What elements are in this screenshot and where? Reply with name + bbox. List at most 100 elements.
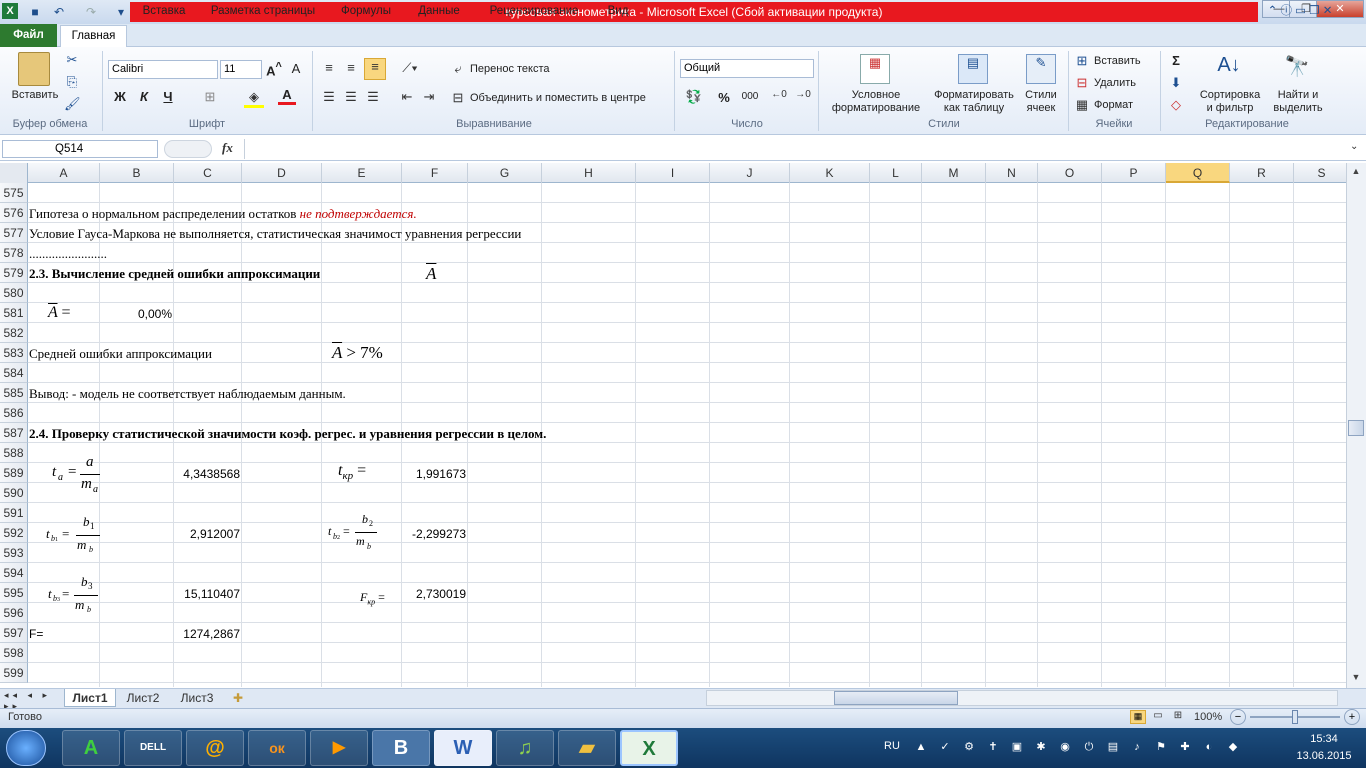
save-icon[interactable]: ■ [26, 3, 44, 21]
align-right-icon[interactable]: ☰ [364, 89, 382, 105]
tab-review[interactable]: Рецензирование [478, 0, 590, 23]
format-cells-button[interactable]: Формат [1094, 99, 1148, 112]
tray-icon[interactable]: ▤ [1106, 740, 1120, 754]
row-header[interactable]: 576 [0, 203, 28, 223]
insert-cells-icon[interactable]: ⊞ [1074, 53, 1090, 69]
tray-icon[interactable]: ▲ [914, 740, 928, 754]
insert-sheet-icon[interactable]: ✚ [226, 689, 250, 707]
scroll-down-arrow-icon[interactable]: ▼ [1350, 672, 1362, 686]
cell-a597[interactable]: F= [29, 624, 43, 644]
tray-icon[interactable]: ✚ [1178, 740, 1192, 754]
sort-filter-icon[interactable]: A↓ [1212, 54, 1246, 84]
column-header-e[interactable]: E [322, 163, 402, 183]
page-break-view-icon[interactable]: ⊞ [1170, 710, 1186, 724]
font-size-select[interactable]: 11 [220, 60, 262, 79]
customize-qat-icon[interactable]: ▾ [112, 3, 130, 21]
row-header[interactable]: 597 [0, 623, 28, 643]
formula-input[interactable] [244, 139, 1348, 159]
column-header-d[interactable]: D [242, 163, 322, 183]
row-header[interactable]: 579 [0, 263, 28, 283]
merge-icon[interactable]: ⊟ [450, 90, 466, 106]
align-middle-icon[interactable]: ≡ [342, 60, 360, 75]
format-table-line1[interactable]: Форматировать [928, 89, 1020, 102]
wrap-text-icon[interactable]: ⤶ [450, 61, 466, 77]
zoom-level[interactable]: 100% [1194, 711, 1222, 723]
align-top-icon[interactable]: ≡ [320, 60, 338, 75]
sheet-tab-1[interactable]: Лист1 [64, 689, 116, 707]
row-header[interactable]: 590 [0, 483, 28, 503]
wrap-text-button[interactable]: Перенос текста [470, 63, 580, 76]
increase-decimal-icon[interactable]: ←0 [770, 89, 788, 100]
borders-icon[interactable]: ⊞ [200, 89, 220, 105]
taskbar-dell-icon[interactable]: DELL [124, 730, 182, 766]
font-name-select[interactable]: Calibri [108, 60, 218, 79]
undo-icon[interactable]: ↶ [50, 3, 68, 21]
align-left-icon[interactable]: ☰ [320, 89, 338, 105]
taskbar-vk-icon[interactable]: В [372, 730, 430, 766]
decrease-decimal-icon[interactable]: →0 [794, 89, 812, 100]
paste-icon[interactable] [18, 52, 50, 86]
tray-icon[interactable]: ✓ [938, 740, 952, 754]
clear-icon[interactable]: ◇ [1168, 97, 1184, 113]
row-header[interactable]: 594 [0, 563, 28, 583]
delete-cells-button[interactable]: Удалить [1094, 77, 1148, 90]
sort-filter-line2[interactable]: и фильтр [1198, 102, 1262, 115]
tab-formulas[interactable]: Формулы [333, 0, 399, 23]
tray-icon[interactable]: ◐ [1202, 740, 1216, 754]
row-header[interactable]: 596 [0, 603, 28, 623]
row-header[interactable]: 598 [0, 643, 28, 663]
select-all-corner[interactable] [0, 163, 28, 183]
column-header-p[interactable]: P [1102, 163, 1166, 183]
cell-a576[interactable]: Гипотеза о нормальном распределении оста… [29, 204, 417, 224]
find-select-line1[interactable]: Найти и [1270, 89, 1326, 102]
excel-icon[interactable]: X [2, 3, 18, 19]
help-icon[interactable]: ⌃ ⓘ ▭ ❐ ✕ [1260, 0, 1340, 23]
redo-icon[interactable]: ↷ [82, 3, 100, 21]
find-select-line2[interactable]: выделить [1266, 102, 1330, 115]
column-header-q[interactable]: Q [1166, 163, 1230, 183]
row-header[interactable]: 593 [0, 543, 28, 563]
row-header[interactable]: 581 [0, 303, 28, 323]
align-center-icon[interactable]: ☰ [342, 89, 360, 105]
column-header-f[interactable]: F [402, 163, 468, 183]
expand-formula-icon[interactable]: ⌄ [1350, 141, 1364, 157]
sort-filter-line1[interactable]: Сортировка [1196, 89, 1264, 102]
scroll-up-arrow-icon[interactable]: ▲ [1350, 166, 1362, 180]
column-header-g[interactable]: G [468, 163, 542, 183]
start-button[interactable] [6, 730, 46, 766]
underline-button[interactable]: Ч [158, 89, 178, 104]
row-header[interactable]: 588 [0, 443, 28, 463]
cell-c592[interactable]: 2,912007 [174, 524, 240, 544]
cut-icon[interactable]: ✂ [64, 52, 80, 68]
cell-f589[interactable]: 1,991673 [400, 464, 466, 484]
taskbar-music-icon[interactable]: ♫ [496, 730, 554, 766]
cell-a579[interactable]: 2.3. Вычисление средней ошибки аппроксим… [29, 264, 320, 284]
row-header[interactable]: 577 [0, 223, 28, 243]
cell-styles-icon[interactable]: ✎ [1026, 54, 1056, 84]
horizontal-scroll-thumb[interactable] [834, 691, 958, 705]
tab-page-layout[interactable]: Разметка страницы [203, 0, 323, 23]
italic-button[interactable]: К [134, 89, 154, 104]
cell-c597[interactable]: 1274,2867 [174, 624, 240, 644]
currency-icon[interactable]: 💱 [682, 89, 706, 105]
row-header[interactable]: 584 [0, 363, 28, 383]
insert-function-button[interactable]: fx [222, 140, 242, 156]
insert-cells-button[interactable]: Вставить [1094, 55, 1148, 68]
cell-a578[interactable]: ........................ [29, 244, 107, 264]
column-header-l[interactable]: L [870, 163, 922, 183]
row-header[interactable]: 586 [0, 403, 28, 423]
column-header-o[interactable]: O [1038, 163, 1102, 183]
column-header-h[interactable]: H [542, 163, 636, 183]
format-painter-icon[interactable]: 🖌 [64, 96, 81, 112]
fill-icon[interactable]: ⬇ [1168, 75, 1184, 91]
cell-f592[interactable]: -2,299273 [400, 524, 466, 544]
normal-view-icon[interactable]: ▦ [1130, 710, 1146, 724]
column-header-i[interactable]: I [636, 163, 710, 183]
decrease-indent-icon[interactable]: ⇤ [398, 89, 416, 105]
copy-icon[interactable]: ⎘ [64, 74, 80, 90]
clock-time[interactable]: 15:34 [1294, 733, 1354, 745]
tab-data[interactable]: Данные [408, 0, 470, 23]
column-header-b[interactable]: B [100, 163, 174, 183]
align-bottom-icon[interactable]: ≡ [364, 58, 386, 80]
sheet-tab-3[interactable]: Лист3 [172, 689, 222, 707]
